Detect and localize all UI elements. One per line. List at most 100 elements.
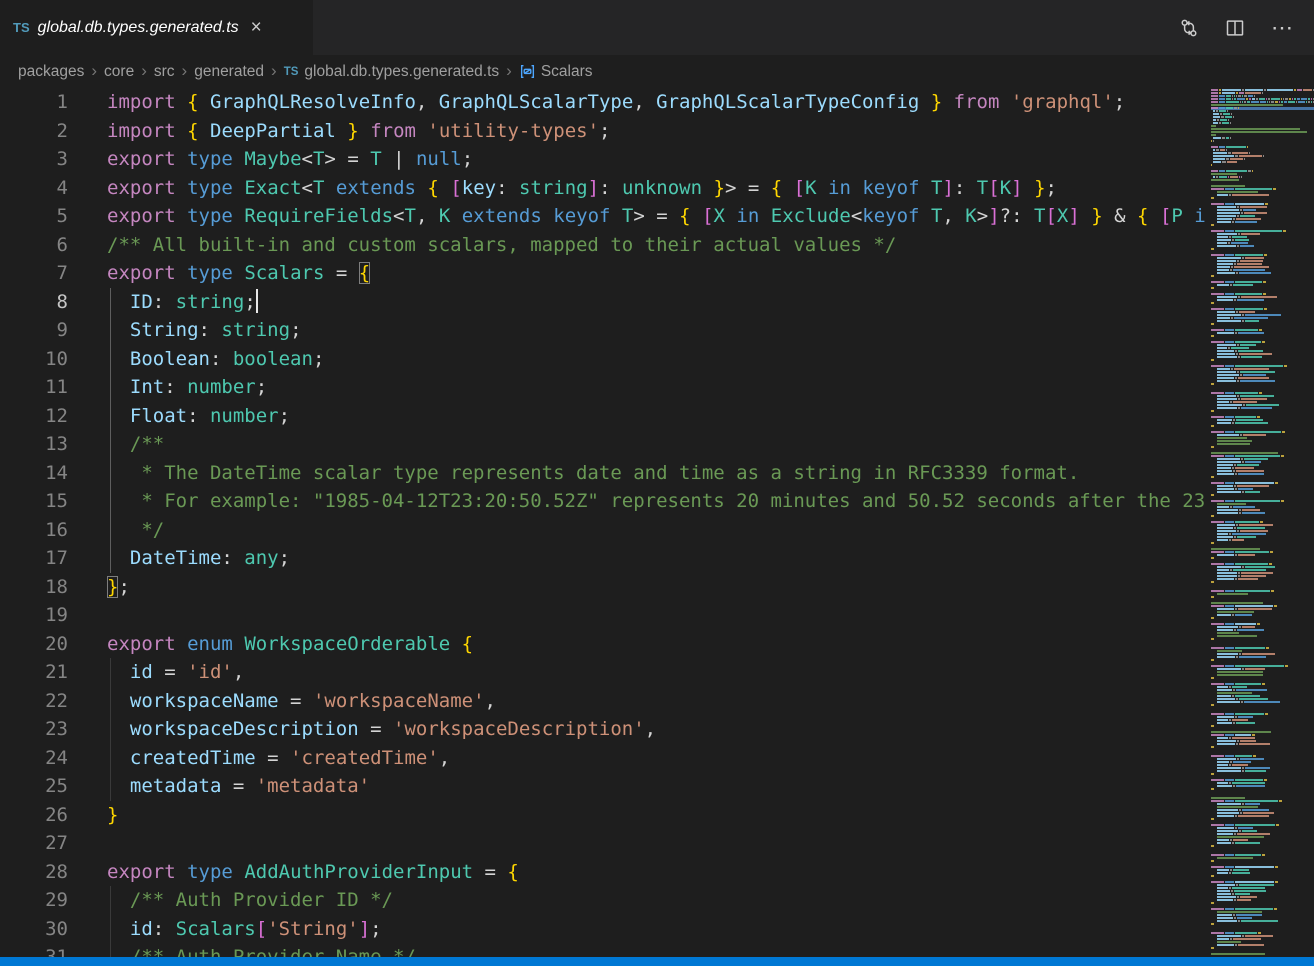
line-number[interactable]: 25 — [0, 772, 68, 801]
more-actions-icon[interactable]: ⋯ — [1271, 17, 1294, 39]
code-line: 7export type Scalars = { — [0, 259, 1211, 288]
indent-guide — [110, 744, 111, 773]
tab-global-db-types-generated[interactable]: TS global.db.types.generated.ts × — [0, 0, 313, 55]
code-text[interactable]: Float: number; — [68, 402, 290, 431]
code-text[interactable]: id: Scalars['String']; — [68, 915, 382, 944]
code-text[interactable]: * For example: "1985-04-12T23:20:50.52Z"… — [68, 487, 1205, 516]
code-text[interactable]: metadata = 'metadata' — [68, 772, 370, 801]
code-text[interactable]: import { DeepPartial } from 'utility-typ… — [68, 117, 610, 146]
code-line: 18}; — [0, 573, 1211, 602]
code-line: 24 createdTime = 'createdTime', — [0, 744, 1211, 773]
line-number[interactable]: 16 — [0, 516, 68, 545]
breadcrumb-separator-icon: › — [182, 61, 188, 81]
line-number[interactable]: 6 — [0, 231, 68, 260]
breadcrumb-separator-icon: › — [91, 61, 97, 81]
indent-guide — [110, 402, 111, 431]
code-text[interactable]: import { GraphQLResolveInfo, GraphQLScal… — [68, 88, 1125, 117]
line-number[interactable]: 13 — [0, 430, 68, 459]
typescript-file-icon: TS — [13, 20, 30, 35]
code-text[interactable]: export type RequireFields<T, K extends k… — [68, 202, 1206, 231]
code-text[interactable]: }; — [68, 573, 130, 602]
code-line: 6/** All built-in and custom scalars, ma… — [0, 231, 1211, 260]
line-number[interactable]: 17 — [0, 544, 68, 573]
code-text[interactable]: } — [68, 801, 118, 830]
code-text[interactable]: * The DateTime scalar type represents da… — [68, 459, 1079, 488]
minimap[interactable] — [1211, 88, 1314, 966]
code-line: 17 DateTime: any; — [0, 544, 1211, 573]
breadcrumb-label: core — [104, 63, 134, 81]
line-number[interactable]: 9 — [0, 316, 68, 345]
breadcrumb-item-global-db-types-generated-ts[interactable]: TSglobal.db.types.generated.ts — [284, 63, 499, 81]
indent-guide — [110, 544, 111, 573]
line-number[interactable]: 24 — [0, 744, 68, 773]
code-text[interactable]: Boolean: boolean; — [68, 345, 324, 374]
code-text[interactable]: createdTime = 'createdTime', — [68, 744, 450, 773]
line-number[interactable]: 4 — [0, 174, 68, 203]
code-text[interactable]: workspaceName = 'workspaceName', — [68, 687, 496, 716]
code-line: 12 Float: number; — [0, 402, 1211, 431]
breadcrumb-item-packages[interactable]: packages — [18, 63, 84, 81]
line-number[interactable]: 12 — [0, 402, 68, 431]
code-text[interactable]: DateTime: any; — [68, 544, 290, 573]
line-number[interactable]: 23 — [0, 715, 68, 744]
code-line: 16 */ — [0, 516, 1211, 545]
code-text[interactable]: workspaceDescription = 'workspaceDescrip… — [68, 715, 656, 744]
line-number[interactable]: 26 — [0, 801, 68, 830]
line-number[interactable]: 1 — [0, 88, 68, 117]
code-line: 8 ID: string; — [0, 288, 1211, 317]
code-editor[interactable]: 1import { GraphQLResolveInfo, GraphQLSca… — [0, 88, 1314, 966]
code-line: 5export type RequireFields<T, K extends … — [0, 202, 1211, 231]
code-area[interactable]: 1import { GraphQLResolveInfo, GraphQLSca… — [0, 88, 1211, 966]
breadcrumb-label: global.db.types.generated.ts — [304, 63, 499, 81]
indent-guide — [110, 772, 111, 801]
breadcrumb-item-generated[interactable]: generated — [194, 63, 264, 81]
code-text[interactable]: ID: string; — [68, 288, 256, 317]
line-number[interactable]: 22 — [0, 687, 68, 716]
code-text[interactable]: export type Scalars = { — [68, 259, 370, 288]
line-number[interactable]: 8 — [0, 288, 68, 317]
code-text[interactable]: export type AddAuthProviderInput = { — [68, 858, 519, 887]
close-icon[interactable]: × — [251, 18, 262, 37]
code-text[interactable]: Int: number; — [68, 373, 267, 402]
line-number[interactable]: 3 — [0, 145, 68, 174]
line-number[interactable]: 28 — [0, 858, 68, 887]
line-number[interactable]: 15 — [0, 487, 68, 516]
line-number[interactable]: 19 — [0, 601, 68, 630]
minimap-content — [1211, 88, 1314, 966]
breadcrumb: packages›core›src›generated›TSglobal.db.… — [0, 55, 1314, 88]
line-number[interactable]: 2 — [0, 117, 68, 146]
line-number[interactable]: 5 — [0, 202, 68, 231]
code-text[interactable]: String: string; — [68, 316, 302, 345]
compare-changes-icon[interactable] — [1179, 18, 1199, 38]
code-line: 10 Boolean: boolean; — [0, 345, 1211, 374]
line-number[interactable]: 18 — [0, 573, 68, 602]
line-number[interactable]: 27 — [0, 829, 68, 858]
breadcrumb-item-core[interactable]: core — [104, 63, 134, 81]
line-number[interactable]: 7 — [0, 259, 68, 288]
code-text[interactable]: id = 'id', — [68, 658, 244, 687]
breadcrumb-item-scalars[interactable]: Scalars — [519, 63, 593, 81]
indent-guide — [110, 687, 111, 716]
line-number[interactable]: 30 — [0, 915, 68, 944]
split-editor-icon[interactable] — [1225, 18, 1245, 38]
breadcrumb-item-src[interactable]: src — [154, 63, 175, 81]
line-number[interactable]: 20 — [0, 630, 68, 659]
code-text[interactable]: /** All built-in and custom scalars, map… — [68, 231, 896, 260]
line-number[interactable]: 29 — [0, 886, 68, 915]
line-number[interactable]: 14 — [0, 459, 68, 488]
code-text[interactable]: export enum WorkspaceOrderable { — [68, 630, 473, 659]
code-text[interactable]: /** Auth Provider ID */ — [68, 886, 393, 915]
line-number[interactable]: 21 — [0, 658, 68, 687]
line-number[interactable]: 11 — [0, 373, 68, 402]
code-line: 11 Int: number; — [0, 373, 1211, 402]
code-text[interactable]: export type Maybe<T> = T | null; — [68, 145, 473, 174]
code-text[interactable]: export type Exact<T extends { [key: stri… — [68, 174, 1057, 203]
indent-guide — [110, 516, 111, 545]
code-text[interactable] — [68, 829, 107, 858]
line-number[interactable]: 10 — [0, 345, 68, 374]
code-line: 19 — [0, 601, 1211, 630]
code-text[interactable]: */ — [68, 516, 164, 545]
code-text[interactable] — [68, 601, 107, 630]
code-text[interactable]: /** — [68, 430, 164, 459]
code-line: 30 id: Scalars['String']; — [0, 915, 1211, 944]
